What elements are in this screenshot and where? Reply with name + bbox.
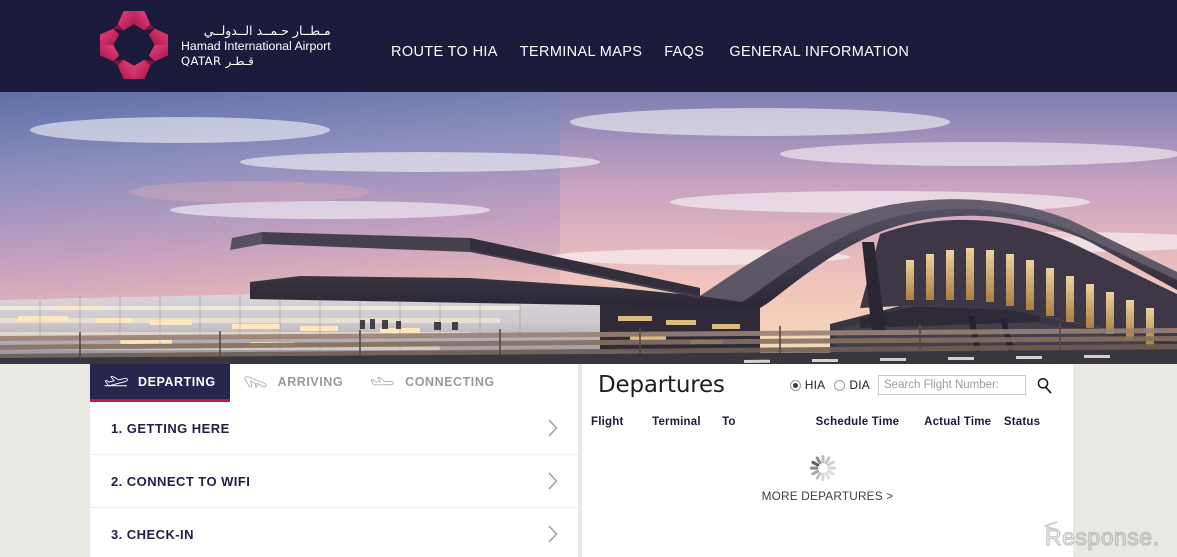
radio-hia-dot[interactable] bbox=[789, 379, 801, 391]
hia-star-logo-icon bbox=[99, 10, 169, 80]
departures-table-header: Flight Terminal To Schedule Time Actual … bbox=[582, 411, 1073, 433]
radio-dia-dot[interactable] bbox=[834, 379, 846, 391]
page-root: مـطــار حـمــد الــدولــي Hamad Internat… bbox=[0, 0, 1177, 557]
more-departures-link[interactable]: MORE DEPARTURES > bbox=[582, 489, 1073, 503]
col-actual-time: Actual Time bbox=[924, 416, 992, 428]
col-terminal: Terminal bbox=[652, 416, 701, 428]
chevron-right-icon bbox=[548, 525, 558, 543]
departures-title: Departures bbox=[598, 372, 725, 398]
col-flight: Flight bbox=[591, 416, 624, 428]
logo-arabic-name: مـطــار حـمــد الــدولــي bbox=[203, 23, 331, 38]
flight-tabs: DEPARTING ARRIVING CONNECTING bbox=[90, 364, 578, 402]
hero-illustration bbox=[0, 92, 1177, 364]
col-status: Status bbox=[1003, 416, 1041, 428]
site-logo[interactable]: مـطــار حـمــد الــدولــي Hamad Internat… bbox=[97, 6, 331, 84]
departures-header: Departures HIA DIA bbox=[582, 364, 1073, 406]
step-getting-here-label: 1. GETTING HERE bbox=[111, 420, 230, 436]
tab-arriving-label: ARRIVING bbox=[277, 374, 344, 389]
spinner-icon bbox=[809, 455, 837, 482]
col-schedule-time: Schedule Time bbox=[815, 416, 900, 428]
departures-controls: HIA DIA bbox=[789, 374, 1056, 396]
plane-takeoff-icon bbox=[104, 375, 128, 386]
nav-general-information[interactable]: GENERAL INFORMATION bbox=[729, 44, 909, 60]
nav-route-to-hia[interactable]: ROUTE TO HIA bbox=[391, 44, 498, 60]
departures-table-body: MORE DEPARTURES > bbox=[582, 433, 1073, 503]
radio-hia[interactable]: HIA bbox=[789, 378, 826, 392]
chevron-right-icon bbox=[548, 419, 558, 437]
step-getting-here[interactable]: 1. GETTING HERE bbox=[90, 402, 578, 455]
col-to: To bbox=[722, 416, 736, 428]
plane-landing-icon bbox=[244, 375, 267, 388]
tab-arriving[interactable]: ARRIVING bbox=[230, 364, 358, 399]
hero-image bbox=[0, 92, 1177, 364]
tab-connecting-label: CONNECTING bbox=[405, 374, 495, 389]
step-check-in-label: 3. CHECK-IN bbox=[111, 526, 194, 542]
response-watermark-text: Response. bbox=[1045, 524, 1159, 550]
logo-english-name: Hamad International Airport bbox=[181, 39, 331, 53]
nav-terminal-maps[interactable]: TERMINAL MAPS bbox=[520, 44, 642, 60]
departures-panel: Departures HIA DIA Search Flight Number:… bbox=[582, 364, 1073, 557]
nav-faqs[interactable]: FAQS bbox=[664, 44, 704, 60]
magnifier-icon bbox=[1037, 377, 1051, 393]
tab-departing-label: DEPARTING bbox=[138, 374, 216, 389]
logo-wordmark: مـطــار حـمــد الــدولــي Hamad Internat… bbox=[181, 21, 331, 69]
response-watermark: Response. bbox=[1044, 521, 1160, 551]
site-header: مـطــار حـمــد الــدولــي Hamad Internat… bbox=[0, 0, 1177, 92]
search-flight-input[interactable] bbox=[878, 375, 1026, 395]
chevron-right-icon bbox=[548, 472, 558, 490]
logo-country: QATAR قـطـر bbox=[181, 54, 254, 68]
step-check-in[interactable]: 3. CHECK-IN bbox=[90, 508, 578, 557]
tab-departing[interactable]: DEPARTING bbox=[90, 364, 230, 402]
radio-dia[interactable]: DIA bbox=[834, 378, 870, 392]
flight-status-panel: DEPARTING ARRIVING CONNECTING 1. GETTING… bbox=[90, 364, 578, 557]
step-connect-to-wifi[interactable]: 2. CONNECT TO WIFI bbox=[90, 455, 578, 508]
main-navigation: ROUTE TO HIA TERMINAL MAPS FAQS GENERAL … bbox=[391, 44, 909, 60]
radio-hia-label: HIA bbox=[804, 378, 826, 392]
radio-dia-label: DIA bbox=[849, 378, 870, 392]
search-submit-button[interactable] bbox=[1032, 374, 1056, 396]
traveller-steps-list: 1. GETTING HERE 2. CONNECT TO WIFI 3. CH… bbox=[90, 402, 578, 557]
step-connect-to-wifi-label: 2. CONNECT TO WIFI bbox=[111, 473, 251, 489]
tab-connecting[interactable]: CONNECTING bbox=[357, 364, 509, 399]
plane-level-icon bbox=[370, 376, 395, 385]
